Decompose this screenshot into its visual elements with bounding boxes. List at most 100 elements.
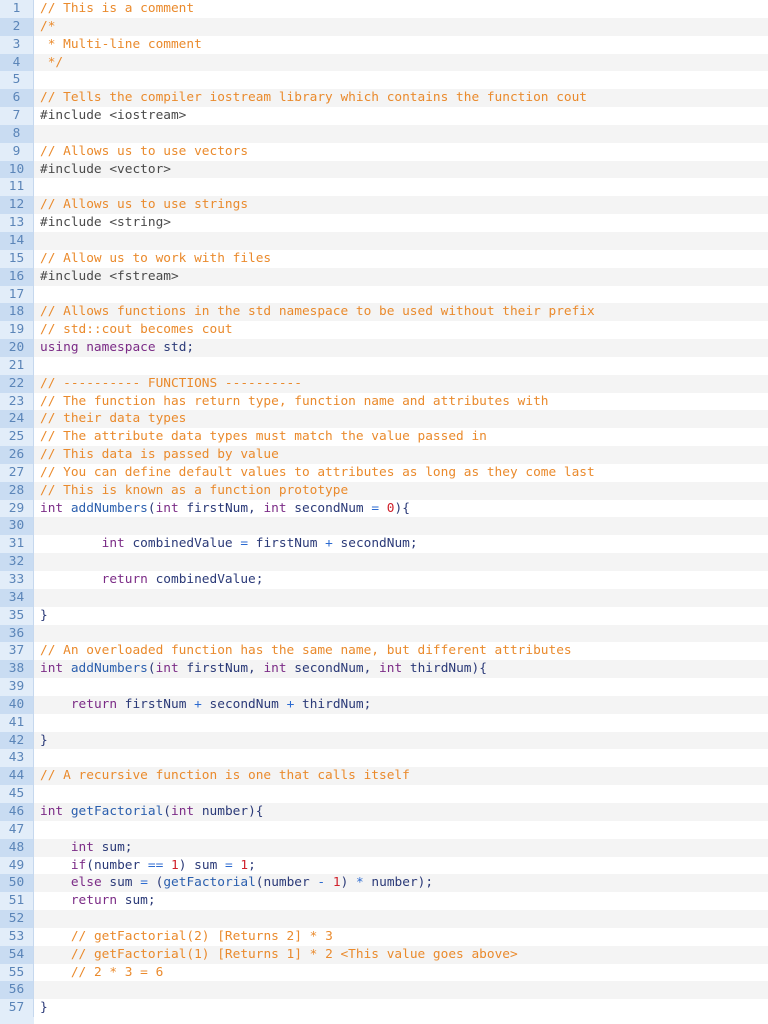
code-line[interactable]: 51 return sum; <box>0 892 768 911</box>
code-line[interactable]: 19 // std::cout becomes cout <box>0 321 768 340</box>
line-number[interactable]: 12 <box>0 196 34 215</box>
line-number[interactable]: 39 <box>0 678 34 696</box>
code-line[interactable]: 36 <box>0 624 768 643</box>
code-line[interactable]: 41 <box>0 713 768 732</box>
line-number[interactable]: 57 <box>0 999 34 1018</box>
line-number[interactable]: 37 <box>0 642 34 661</box>
line-number[interactable]: 6 <box>0 89 34 108</box>
line-number[interactable]: 49 <box>0 856 34 875</box>
line-number[interactable]: 20 <box>0 339 34 357</box>
code-line[interactable]: 28 // This is known as a function prototy… <box>0 481 768 500</box>
code-line[interactable]: 8 <box>0 124 768 143</box>
code-line[interactable]: 55 // 2 * 3 = 6 <box>0 963 768 982</box>
code-line[interactable]: 20 using namespace std; <box>0 339 768 357</box>
code-line[interactable]: 2 /* <box>0 17 768 36</box>
line-number[interactable]: 26 <box>0 446 34 464</box>
code-line[interactable]: 7 #include <iostream> <box>0 107 768 125</box>
code-line[interactable]: 26 // This data is passed by value <box>0 446 768 464</box>
line-number[interactable]: 21 <box>0 356 34 375</box>
line-number[interactable]: 55 <box>0 963 34 982</box>
line-number[interactable]: 29 <box>0 499 34 518</box>
code-line[interactable]: 9 // Allows us to use vectors <box>0 142 768 161</box>
line-number[interactable]: 51 <box>0 892 34 911</box>
line-number[interactable]: 45 <box>0 785 34 803</box>
code-line[interactable]: 31 int combinedValue = firstNum + second… <box>0 535 768 554</box>
line-number[interactable]: 56 <box>0 981 34 1000</box>
code-line[interactable]: 29 int addNumbers(int firstNum, int secon… <box>0 499 768 518</box>
code-line[interactable]: 38 int addNumbers(int firstNum, int secon… <box>0 660 768 679</box>
code-line[interactable]: 43 <box>0 749 768 768</box>
code-line[interactable]: 10 #include <vector> <box>0 160 768 179</box>
line-number[interactable]: 10 <box>0 160 34 179</box>
code-line[interactable]: 23 // The function has return type, funct… <box>0 392 768 411</box>
line-number[interactable]: 1 <box>0 0 34 18</box>
code-line[interactable]: 14 <box>0 231 768 250</box>
code-line[interactable]: 17 <box>0 285 768 304</box>
code-line[interactable]: 24 // their data types <box>0 410 768 429</box>
code-editor[interactable]: 1// This is a comment 2/* 3 * Multi-line c… <box>0 0 768 1018</box>
code-line[interactable]: 22 // ---------- FUNCTIONS ---------- <box>0 374 768 393</box>
line-number[interactable]: 36 <box>0 624 34 643</box>
code-line[interactable]: 37 // An overloaded function has the same… <box>0 642 768 661</box>
line-number[interactable]: 7 <box>0 107 34 125</box>
line-number[interactable]: 34 <box>0 588 34 607</box>
line-number[interactable]: 47 <box>0 820 34 839</box>
code-line[interactable]: 16 #include <fstream> <box>0 267 768 286</box>
line-number[interactable]: 38 <box>0 660 34 679</box>
code-line[interactable]: 32 <box>0 553 768 571</box>
line-number[interactable]: 41 <box>0 713 34 732</box>
code-line[interactable]: 39 <box>0 678 768 696</box>
line-number[interactable]: 3 <box>0 35 34 54</box>
code-line[interactable]: 5 <box>0 71 768 90</box>
line-number[interactable]: 4 <box>0 53 34 72</box>
line-number[interactable]: 5 <box>0 71 34 90</box>
line-number[interactable]: 24 <box>0 410 34 429</box>
line-number[interactable]: 30 <box>0 517 34 536</box>
line-number[interactable]: 46 <box>0 802 34 821</box>
line-number[interactable]: 50 <box>0 874 34 893</box>
line-number[interactable]: 44 <box>0 767 34 786</box>
code-line[interactable]: 34 <box>0 588 768 607</box>
code-line[interactable]: 48 int sum; <box>0 838 768 857</box>
code-line[interactable]: 44 // A recursive function is one that ca… <box>0 767 768 786</box>
code-line[interactable]: 52 <box>0 910 768 928</box>
code-line[interactable]: 33 return combinedValue; <box>0 571 768 589</box>
line-number[interactable]: 53 <box>0 927 34 946</box>
line-number[interactable]: 43 <box>0 749 34 768</box>
line-number[interactable]: 28 <box>0 481 34 500</box>
line-number[interactable]: 54 <box>0 945 34 964</box>
code-line[interactable]: 11 <box>0 178 768 197</box>
line-number[interactable]: 31 <box>0 535 34 554</box>
code-line[interactable]: 13 #include <string> <box>0 214 768 232</box>
line-number[interactable]: 16 <box>0 267 34 286</box>
line-number[interactable]: 18 <box>0 303 34 322</box>
line-number[interactable]: 48 <box>0 838 34 857</box>
line-number[interactable]: 11 <box>0 178 34 197</box>
line-number[interactable]: 25 <box>0 428 34 447</box>
code-line[interactable]: 45 <box>0 785 768 803</box>
line-number[interactable]: 32 <box>0 553 34 571</box>
code-line[interactable]: 54 // getFactorial(1) [Returns 1] * 2 <T… <box>0 945 768 964</box>
line-number[interactable]: 19 <box>0 321 34 340</box>
code-line[interactable]: 30 <box>0 517 768 536</box>
code-line[interactable]: 1 // This is a comment <box>0 0 768 18</box>
line-number[interactable]: 9 <box>0 142 34 161</box>
code-line[interactable]: 12 // Allows us to use strings <box>0 196 768 215</box>
code-line[interactable]: 35} <box>0 606 768 625</box>
code-line[interactable]: 27 // You can define default values to at… <box>0 463 768 482</box>
code-line[interactable]: 6 // Tells the compiler iostream library … <box>0 89 768 108</box>
code-line[interactable]: 42} <box>0 731 768 750</box>
line-number[interactable]: 2 <box>0 17 34 36</box>
code-line[interactable]: 56 <box>0 981 768 1000</box>
line-number[interactable]: 35 <box>0 606 34 625</box>
line-number[interactable]: 13 <box>0 214 34 232</box>
code-line[interactable]: 25 // The attribute data types must match… <box>0 428 768 447</box>
line-number[interactable]: 52 <box>0 910 34 928</box>
code-line[interactable]: 15 // Allow us to work with files <box>0 249 768 268</box>
line-number[interactable]: 42 <box>0 731 34 750</box>
code-line[interactable]: 4 */ <box>0 53 768 72</box>
code-line[interactable]: 47 <box>0 820 768 839</box>
code-line[interactable]: 3 * Multi-line comment <box>0 35 768 54</box>
line-number[interactable]: 22 <box>0 374 34 393</box>
line-number[interactable]: 8 <box>0 124 34 143</box>
